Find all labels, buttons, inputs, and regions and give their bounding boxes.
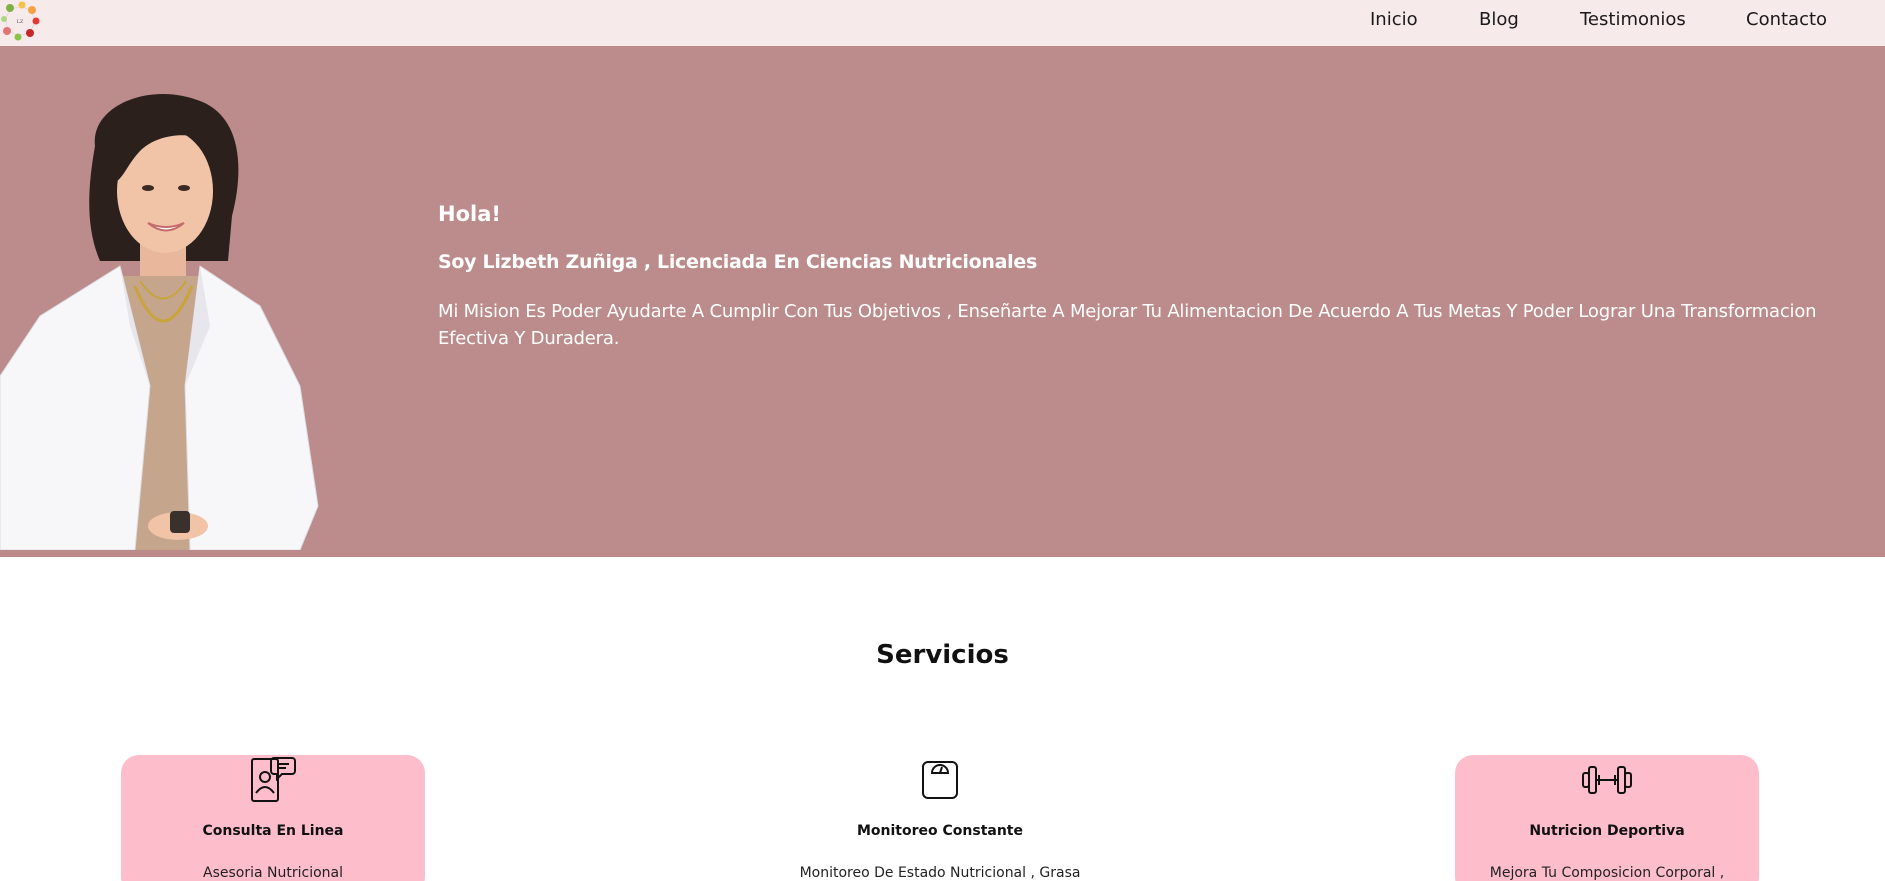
service-description: Monitoreo De Estado Nutricional , Grasa	[799, 865, 1081, 881]
logo-icon[interactable]: LZ	[0, 0, 40, 42]
nav-link-inicio[interactable]: Inicio	[1370, 9, 1418, 30]
service-card-deportiva[interactable]: Nutricion Deportiva Mejora Tu Composicio…	[1455, 755, 1759, 881]
service-card-monitoreo[interactable]: Monitoreo Constante Monitoreo De Estado …	[788, 755, 1092, 881]
hero-section: Hola! Soy Lizbeth Zuñiga , Licenciada En…	[0, 46, 1885, 557]
service-title: Monitoreo Constante	[856, 823, 1023, 839]
service-title: Consulta En Linea	[202, 823, 344, 839]
online-consultation-icon	[251, 757, 296, 802]
nav-link-blog[interactable]: Blog	[1479, 9, 1519, 30]
hero-greeting: Hola!	[438, 202, 501, 226]
service-description: Mejora Tu Composicion Corporal ,	[1489, 865, 1725, 881]
svg-text:LZ: LZ	[17, 19, 24, 25]
portrait-image	[0, 93, 319, 550]
dumbbell-icon	[1582, 766, 1632, 794]
hero-description: Mi Mision Es Poder Ayudarte A Cumplir Co…	[438, 301, 1817, 349]
service-title: Nutricion Deportiva	[1529, 823, 1685, 839]
services-title: Servicios	[876, 640, 1009, 670]
scale-icon	[922, 761, 958, 799]
hero-subtitle: Soy Lizbeth Zuñiga , Licenciada En Cienc…	[438, 251, 1037, 273]
top-navbar: LZ Inicio Blog Testimonios Contacto	[0, 0, 1885, 46]
service-card-consulta[interactable]: Consulta En Linea Asesoria Nutricional	[121, 755, 425, 881]
nav-link-contacto[interactable]: Contacto	[1746, 9, 1827, 30]
nav-link-testimonios[interactable]: Testimonios	[1580, 9, 1686, 30]
service-description: Asesoria Nutricional	[203, 865, 343, 881]
